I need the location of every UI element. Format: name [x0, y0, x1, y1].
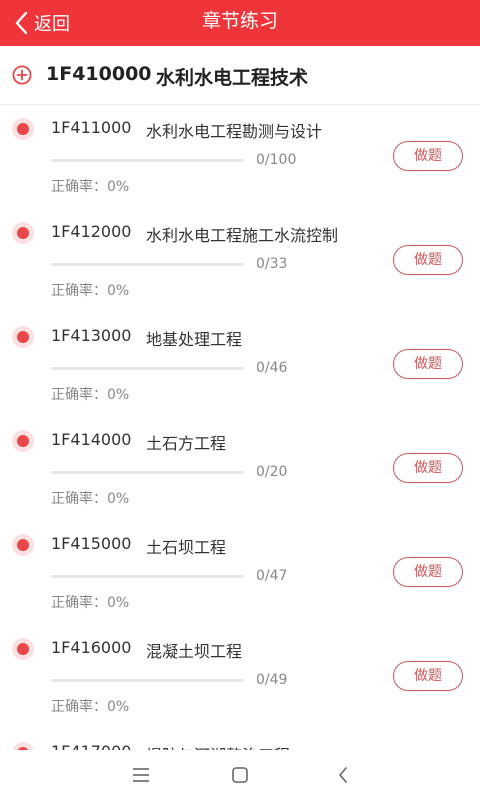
chapter-item[interactable]: 1F413000 地基处理工程 0/46 正确率：0% 做题 [0, 312, 480, 416]
progress-count: 0/47 [256, 568, 288, 584]
chapter-name: 堤防与河湖整治工程 [146, 742, 290, 750]
chapter-code: 1F417000 [51, 742, 131, 750]
section-name: 水利水电工程技术 [156, 67, 309, 89]
chapter-item[interactable]: 1F414000 土石方工程 0/20 正确率：0% 做题 [0, 416, 480, 520]
do-exercise-button[interactable]: 做题 [393, 557, 463, 587]
bullet-dot-icon [12, 118, 34, 140]
chapter-list[interactable]: 1F411000 水利水电工程勘测与设计 0/100 正确率：0% 做题 1F4… [0, 104, 480, 750]
chapter-item[interactable]: 1F415000 土石坝工程 0/47 正确率：0% 做题 [0, 520, 480, 624]
accuracy-text: 正确率：0% [51, 179, 130, 195]
chapter-item[interactable]: 1F412000 水利水电工程施工水流控制 0/33 正确率：0% 做题 [0, 208, 480, 312]
chapter-name: 地基处理工程 [146, 330, 243, 349]
bullet-dot-icon [12, 742, 34, 750]
bullet-dot-icon [12, 222, 34, 244]
bullet-dot-icon [12, 430, 34, 452]
chapter-name: 水利水电工程勘测与设计 [146, 122, 323, 141]
home-square-icon[interactable] [227, 762, 253, 788]
progress-bar [51, 679, 244, 682]
bullet-dot-icon [12, 638, 34, 660]
chapter-code: 1F412000 [51, 222, 132, 241]
chapter-item[interactable]: 1F416000 混凝土坝工程 0/49 正确率：0% 做题 [0, 624, 480, 728]
do-exercise-button[interactable]: 做题 [393, 141, 463, 171]
accuracy-text: 正确率：0% [51, 699, 130, 715]
progress-bar [51, 471, 244, 474]
accuracy-text: 正确率：0% [51, 387, 130, 403]
section-code: 1F410000 [46, 63, 152, 85]
menu-icon[interactable] [128, 762, 154, 788]
do-exercise-button[interactable]: 做题 [393, 453, 463, 483]
progress-bar [51, 159, 244, 162]
page-title: 章节练习 [201, 10, 278, 32]
do-exercise-button[interactable]: 做题 [393, 245, 463, 275]
bullet-dot-icon [12, 326, 34, 348]
do-exercise-button[interactable]: 做题 [393, 661, 463, 691]
chapter-code: 1F413000 [51, 326, 132, 345]
do-exercise-button[interactable]: 做题 [393, 349, 463, 379]
chevron-left-icon [14, 11, 28, 35]
system-navbar [0, 750, 480, 800]
chapter-name: 水利水电工程施工水流控制 [146, 226, 339, 245]
bullet-dot-icon [12, 534, 34, 556]
progress-count: 0/33 [256, 256, 288, 272]
app-header: 返回 章节练习 [0, 0, 480, 46]
progress-bar [51, 263, 244, 266]
chapter-name: 土石方工程 [146, 434, 227, 453]
chapter-code: 1F411000 [51, 118, 132, 137]
chapter-code: 1F414000 [51, 430, 132, 449]
progress-count: 0/20 [256, 464, 288, 480]
progress-count: 0/49 [256, 672, 288, 688]
back-chevron-icon[interactable] [330, 762, 356, 788]
app-screen: 返回 章节练习 1F410000 水利水电工程技术 1F411000 水利水电工… [0, 0, 480, 800]
accuracy-text: 正确率：0% [51, 595, 130, 611]
accuracy-text: 正确率：0% [51, 491, 130, 507]
chapter-code: 1F416000 [51, 638, 132, 657]
chapter-item[interactable]: 1F417000 堤防与河湖整治工程 [0, 728, 480, 750]
chapter-code: 1F415000 [51, 534, 132, 553]
chapter-name: 土石坝工程 [146, 538, 227, 557]
progress-bar [51, 367, 244, 370]
back-button[interactable]: 返回 [14, 0, 70, 46]
progress-count: 0/100 [256, 152, 297, 168]
progress-count: 0/46 [256, 360, 288, 376]
accuracy-text: 正确率：0% [51, 283, 130, 299]
chapter-item[interactable]: 1F411000 水利水电工程勘测与设计 0/100 正确率：0% 做题 [0, 104, 480, 208]
back-label: 返回 [34, 14, 70, 35]
progress-bar [51, 575, 244, 578]
chapter-name: 混凝土坝工程 [146, 642, 243, 661]
plus-circle-icon[interactable] [12, 65, 32, 85]
section-header[interactable]: 1F410000 水利水电工程技术 [0, 46, 480, 105]
